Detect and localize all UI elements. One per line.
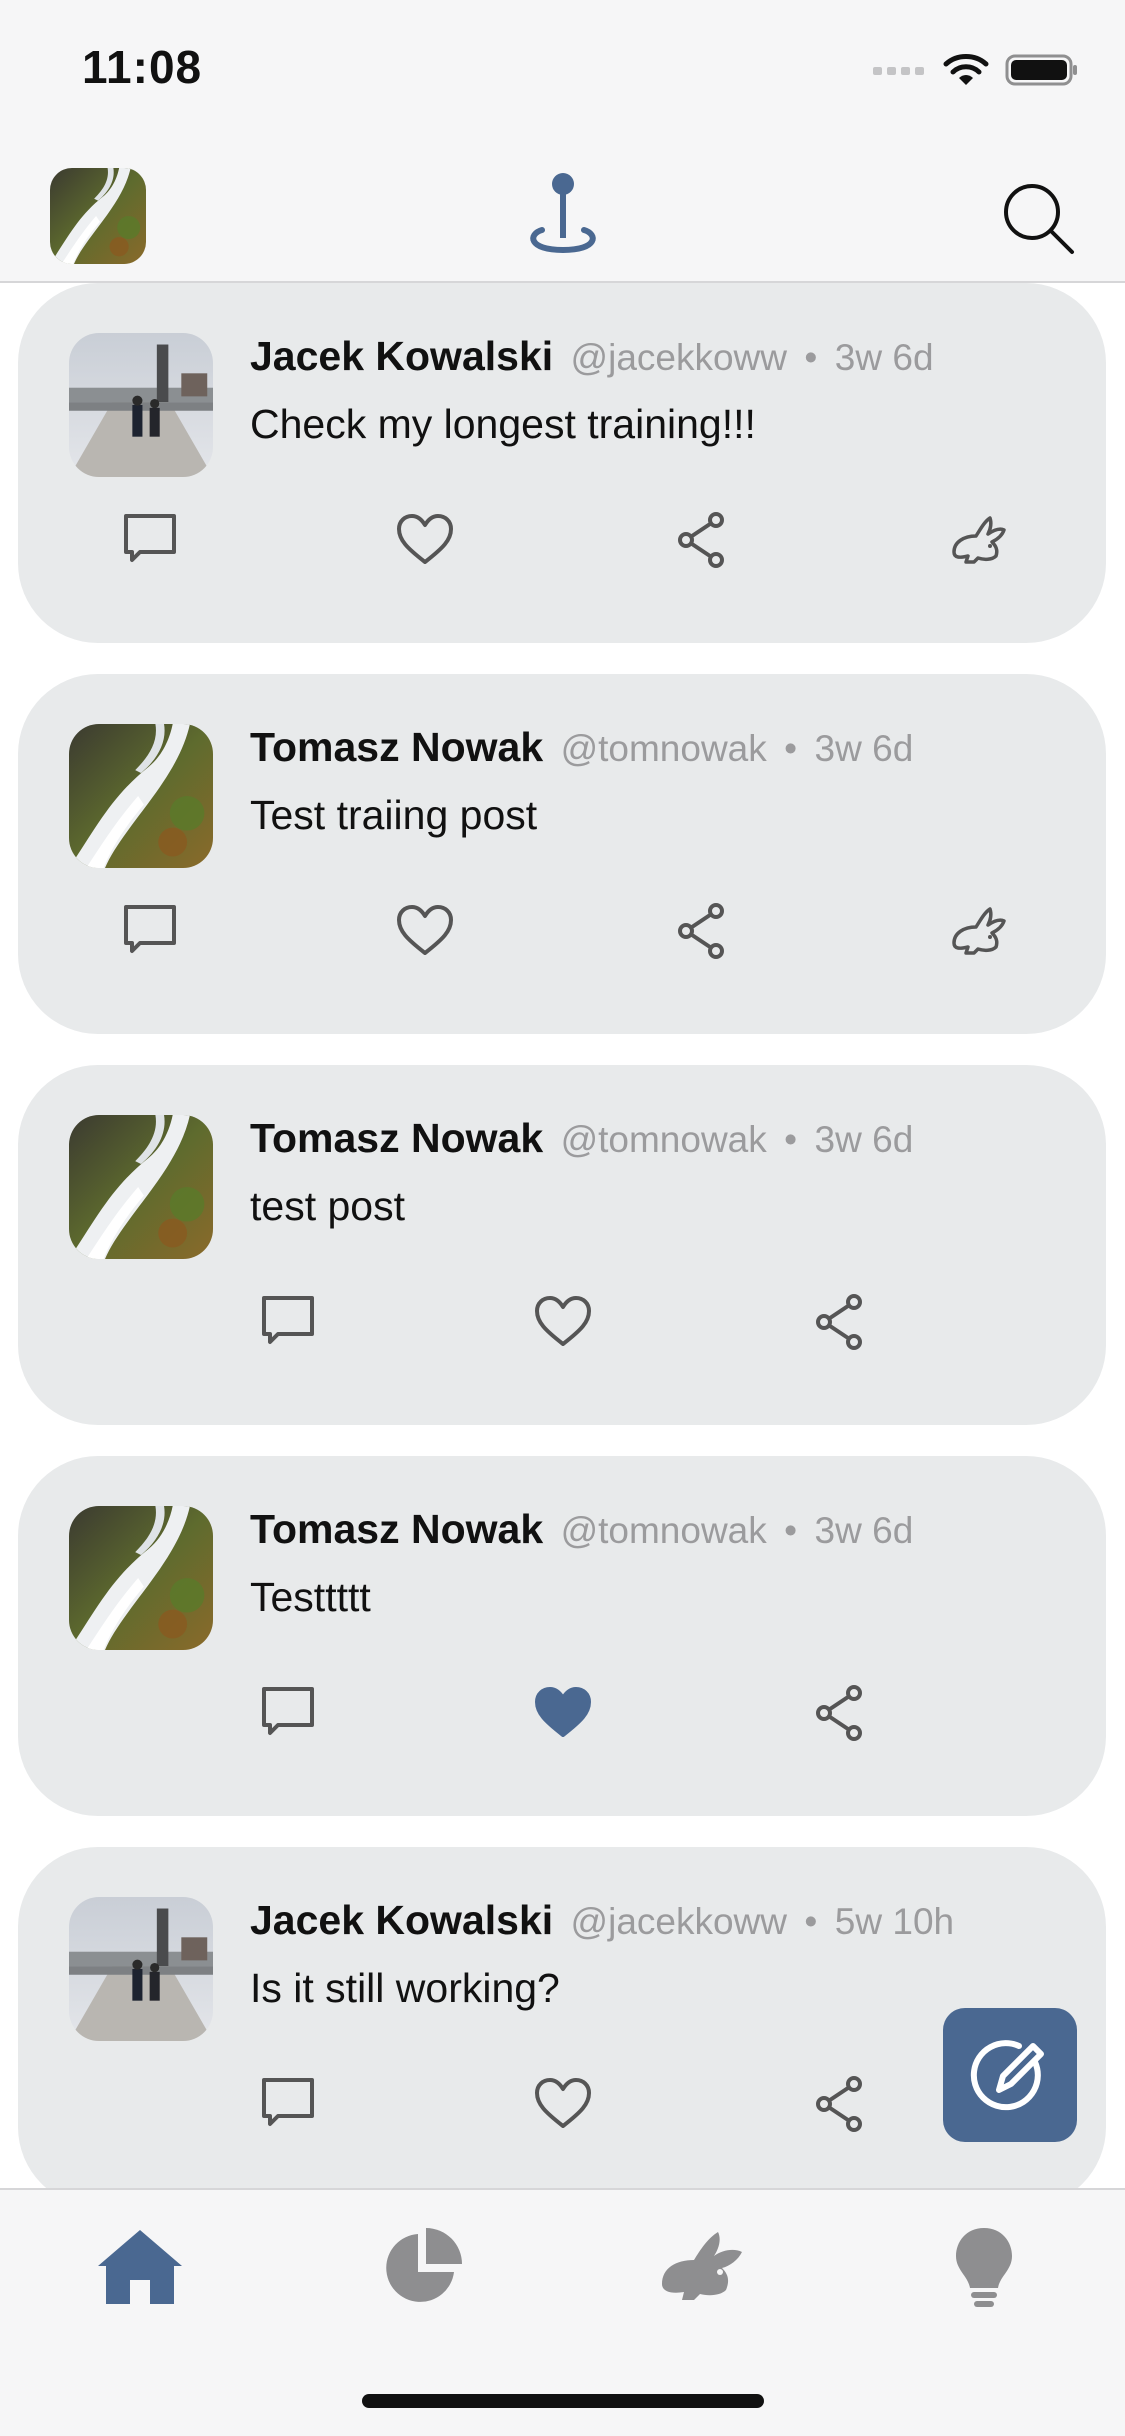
wifi-icon (943, 54, 989, 85)
location-pin-icon[interactable] (520, 170, 606, 262)
post-text: Testtttt (250, 1574, 371, 1620)
post-time: 3w 6d (814, 1119, 914, 1160)
post-header: Tomasz Nowak @tomnowak • 3w 6d (250, 1506, 913, 1553)
post-card[interactable]: Jacek Kowalski @jacekkoww • 3w 6d Check … (18, 283, 1106, 643)
user-avatar[interactable] (50, 168, 146, 264)
heart-icon[interactable] (531, 1290, 595, 1354)
post-card[interactable]: Tomasz Nowak @tomnowak • 3w 6d Test trai… (18, 674, 1106, 1034)
pie-chart-icon[interactable] (374, 2220, 470, 2316)
meta-separator: • (784, 1119, 798, 1160)
comment-icon[interactable] (256, 2072, 320, 2136)
post-card[interactable]: Jacek Kowalski @jacekkoww • 5w 10h Is it… (18, 1847, 1106, 2188)
compose-button[interactable] (943, 2008, 1077, 2142)
post-handle: @tomnowak (560, 1510, 767, 1551)
meta-separator: • (804, 1901, 818, 1942)
home-indicator[interactable] (362, 2394, 764, 2408)
post-handle: @jacekkoww (570, 337, 788, 378)
post-actions (18, 899, 1106, 979)
post-header: Tomasz Nowak @tomnowak • 3w 6d (250, 1115, 913, 1162)
status-bar: 11:08 (0, 0, 1125, 140)
post-handle: @jacekkoww (570, 1901, 788, 1942)
comment-icon[interactable] (256, 1290, 320, 1354)
post-card[interactable]: Tomasz Nowak @tomnowak • 3w 6d Testtttt (18, 1456, 1106, 1816)
meta-separator: • (784, 1510, 798, 1551)
post-header: Jacek Kowalski @jacekkoww • 5w 10h (250, 1897, 954, 1944)
post-text: Is it still working? (250, 1965, 560, 2011)
signal-icon (873, 67, 924, 75)
post-text: Check my longest training!!! (250, 401, 756, 447)
status-icons (873, 50, 1079, 90)
post-handle: @tomnowak (560, 728, 767, 769)
lightbulb-icon[interactable] (936, 2220, 1032, 2316)
share-icon[interactable] (670, 508, 734, 572)
compose-icon (970, 2040, 1044, 2111)
share-icon[interactable] (808, 1290, 872, 1354)
post-header: Tomasz Nowak @tomnowak • 3w 6d (250, 724, 913, 771)
home-icon[interactable] (92, 2220, 188, 2316)
top-nav (0, 140, 1125, 283)
avatar-image (50, 168, 146, 264)
heart-filled-icon[interactable] (531, 1681, 595, 1745)
share-icon[interactable] (808, 2072, 872, 2136)
avatar[interactable] (69, 724, 213, 868)
heart-icon[interactable] (393, 508, 457, 572)
post-author-name[interactable]: Tomasz Nowak (250, 1506, 543, 1552)
post-header: Jacek Kowalski @jacekkoww • 3w 6d (250, 333, 934, 380)
post-text: test post (250, 1183, 405, 1229)
post-handle: @tomnowak (560, 1119, 767, 1160)
post-author-name[interactable]: Tomasz Nowak (250, 724, 543, 770)
avatar[interactable] (69, 1897, 213, 2041)
comment-icon[interactable] (118, 899, 182, 963)
post-author-name[interactable]: Jacek Kowalski (250, 1897, 553, 1943)
battery-icon (1005, 54, 1077, 86)
post-text: Test traiing post (250, 792, 538, 838)
post-time: 3w 6d (814, 728, 914, 769)
post-time: 3w 6d (814, 1510, 914, 1551)
comment-icon[interactable] (256, 1681, 320, 1745)
avatar[interactable] (69, 333, 213, 477)
rabbit-icon[interactable] (946, 508, 1010, 572)
avatar[interactable] (69, 1506, 213, 1650)
heart-icon[interactable] (393, 899, 457, 963)
post-actions (18, 508, 1106, 588)
post-actions (18, 1290, 1106, 1370)
feed[interactable]: Jacek Kowalski @jacekkoww • 3w 6d Check … (0, 283, 1125, 2188)
post-author-name[interactable]: Jacek Kowalski (250, 333, 553, 379)
status-time: 11:08 (82, 41, 203, 93)
search-icon[interactable] (1000, 180, 1078, 258)
post-actions (18, 1681, 1106, 1761)
post-author-name[interactable]: Tomasz Nowak (250, 1115, 543, 1161)
rabbit-icon[interactable] (656, 2220, 752, 2316)
meta-separator: • (804, 337, 818, 378)
post-card[interactable]: Tomasz Nowak @tomnowak • 3w 6d test post (18, 1065, 1106, 1425)
post-time: 3w 6d (834, 337, 934, 378)
heart-icon[interactable] (531, 2072, 595, 2136)
share-icon[interactable] (808, 1681, 872, 1745)
share-icon[interactable] (670, 899, 734, 963)
post-time: 5w 10h (834, 1901, 955, 1942)
avatar[interactable] (69, 1115, 213, 1259)
meta-separator: • (784, 728, 798, 769)
comment-icon[interactable] (118, 508, 182, 572)
rabbit-icon[interactable] (946, 899, 1010, 963)
